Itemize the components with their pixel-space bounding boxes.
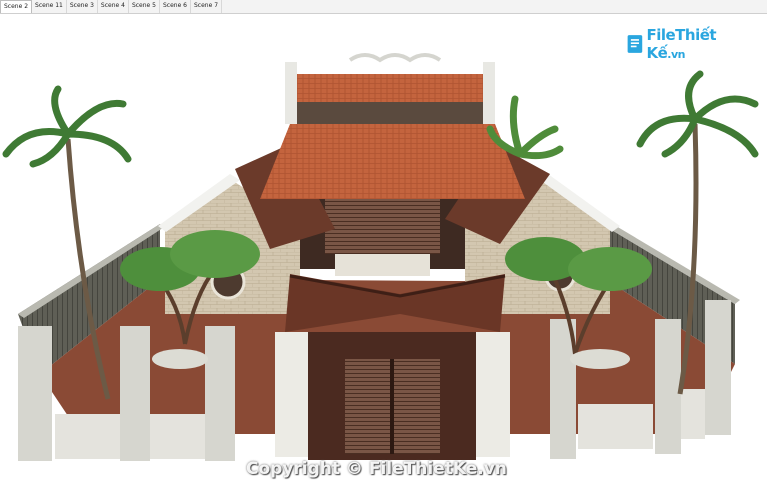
scene-tab[interactable]: Scene 6	[160, 0, 191, 13]
copyright-watermark: Copyright © FileThietKe.vn	[246, 459, 507, 479]
gate-house	[285, 274, 506, 460]
scene-tab[interactable]: Scene 3	[67, 0, 98, 13]
scene-tab[interactable]: Scene 2	[0, 0, 33, 13]
document-icon	[627, 35, 643, 53]
house-3d-model	[2, 53, 759, 461]
logo-text: FileThiết Kế.vn	[646, 26, 738, 62]
scene-tab-bar: Scene 2 Scene 11 Scene 3 Scene 4 Scene 5 Scen…	[0, 0, 767, 14]
scene-tab[interactable]: Scene 11	[32, 0, 67, 13]
model-viewport[interactable]: FileThiết Kế.vn Copyright © FileThietKe.…	[0, 14, 767, 480]
scene-tab[interactable]: Scene 4	[98, 0, 129, 13]
filethietke-logo: FileThiết Kế.vn	[626, 26, 738, 62]
scene-tab[interactable]: Scene 7	[191, 0, 223, 13]
logo-suffix: .vn	[667, 48, 685, 61]
scene-tab[interactable]: Scene 5	[129, 0, 160, 13]
logo-main: File	[646, 26, 676, 44]
main-roof	[260, 53, 525, 199]
banana-plant	[486, 95, 564, 160]
